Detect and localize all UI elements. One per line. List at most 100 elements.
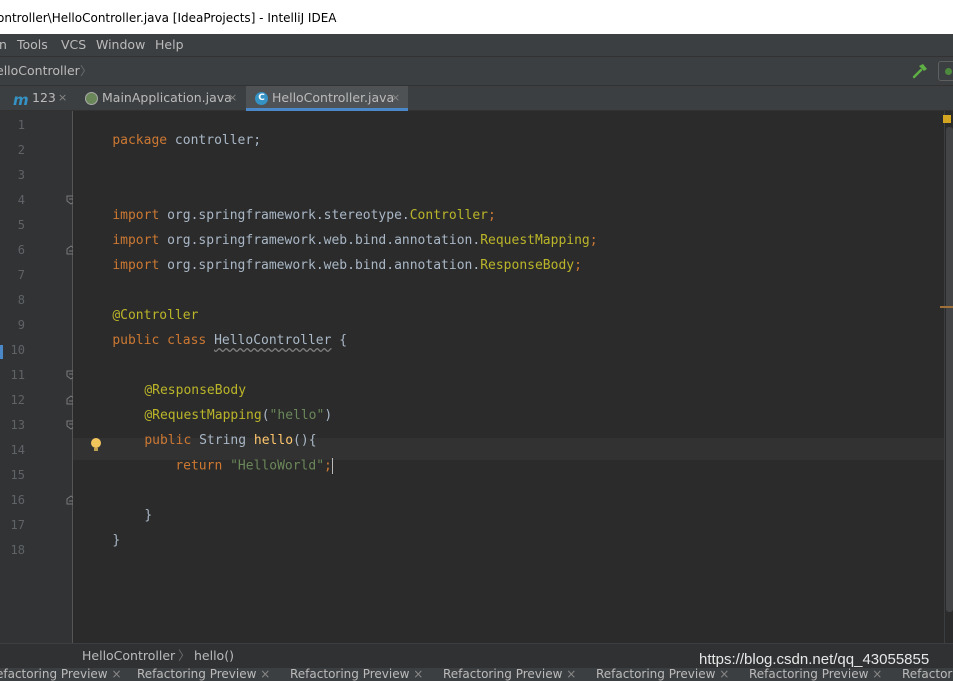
code-line: return "HelloWorld"; xyxy=(144,443,333,489)
tab-main-application[interactable]: MainApplication.java × xyxy=(76,86,244,110)
code-punct: } xyxy=(112,533,121,548)
tool-tab-refactoring-preview[interactable]: efactoring Preview × xyxy=(0,668,122,681)
tool-tab-label: Refactoring Preview xyxy=(749,668,869,681)
bottom-tool-tabs: efactoring Preview × Refactoring Preview… xyxy=(0,668,953,681)
java-class-icon: C xyxy=(255,92,268,105)
menu-item-help[interactable]: Help xyxy=(155,34,184,56)
tab-hello-controller[interactable]: C HelloController.java × xyxy=(246,86,408,111)
tab-pom-123[interactable]: m 123 × xyxy=(0,86,75,110)
tool-tab-refactoring-preview[interactable]: Refactoring Preview × xyxy=(749,668,882,681)
run-config-button[interactable] xyxy=(938,61,953,81)
editor-scrollbar[interactable] xyxy=(944,111,953,643)
code-line: } xyxy=(81,518,120,563)
keyword: import xyxy=(112,258,160,273)
line-number: 1 xyxy=(17,118,25,132)
line-number: 6 xyxy=(17,243,25,257)
line-number: 9 xyxy=(17,318,25,332)
close-icon[interactable]: × xyxy=(872,668,882,681)
breadcrumb-method[interactable]: hello() xyxy=(194,644,234,668)
tool-tab-refactoring-preview[interactable]: Refactoring Preview × xyxy=(137,668,270,681)
line-number: 3 xyxy=(17,168,25,182)
close-icon[interactable]: × xyxy=(719,668,729,681)
breadcrumb-class[interactable]: HelloController xyxy=(82,644,175,668)
run-config-icon xyxy=(945,68,952,75)
code-punct: ) xyxy=(324,408,333,423)
menu-item-run[interactable]: n xyxy=(0,34,7,56)
line-number: 7 xyxy=(17,268,25,282)
code-punct: ; xyxy=(589,233,598,248)
menu-item-tools[interactable]: Tools xyxy=(17,34,48,56)
tool-tab-label: Refactoring Preview xyxy=(443,668,563,681)
maven-m-icon: m xyxy=(13,91,29,109)
close-icon[interactable]: × xyxy=(391,86,400,110)
gutter-change-marker xyxy=(0,345,3,359)
keyword: return xyxy=(175,458,223,474)
line-number: 16 xyxy=(10,493,25,507)
tool-tab-refactoring-preview[interactable]: Refactoring Preview × xyxy=(443,668,576,681)
line-number: 2 xyxy=(17,143,25,157)
editor-gutter[interactable]: 1 2 3 4 5 6 7 8 9 10 11 12 13 14 15 16 1… xyxy=(0,111,76,643)
code-line: import org.springframework.web.bind.anno… xyxy=(81,243,582,288)
inspection-status-icon[interactable] xyxy=(943,115,951,123)
close-icon[interactable]: × xyxy=(228,86,237,110)
code-editor[interactable]: package controller; import org.springfra… xyxy=(73,111,944,643)
close-icon[interactable]: × xyxy=(413,668,423,681)
tab-label: 123 xyxy=(32,90,56,105)
window-title: ontroller\HelloController.java [IdeaProj… xyxy=(0,11,337,25)
code-text: controller; xyxy=(167,133,262,148)
tab-label: MainApplication.java xyxy=(102,90,232,105)
menu-bar: n Tools VCS Window Help xyxy=(0,34,953,56)
tool-tab-label: efactoring Preview xyxy=(0,668,108,681)
line-number: 18 xyxy=(10,543,25,557)
navigation-bar: elloController 〉 xyxy=(0,56,953,86)
tool-tab-label: Refactoring Preview xyxy=(137,668,257,681)
error-stripe-marker[interactable] xyxy=(940,306,953,308)
code-text: org.springframework.web.bind.annotation. xyxy=(159,258,481,273)
text-caret xyxy=(331,458,333,474)
line-number: 15 xyxy=(10,468,25,482)
close-icon[interactable]: × xyxy=(566,668,576,681)
close-icon[interactable]: × xyxy=(111,668,121,681)
code-punct: { xyxy=(331,333,348,348)
close-icon[interactable]: × xyxy=(260,668,270,681)
chevron-right-icon: 〉 xyxy=(80,64,93,78)
build-hammer-icon[interactable] xyxy=(911,62,929,80)
line-number: 11 xyxy=(10,368,25,382)
tool-tab-refactoring-preview[interactable]: Refactoring Preview × xyxy=(290,668,423,681)
tool-tab-refactoring-preview[interactable]: Refactor xyxy=(902,668,952,681)
string-literal: "HelloWorld" xyxy=(230,458,325,474)
close-icon[interactable]: × xyxy=(58,86,67,110)
code-punct: ; xyxy=(574,258,582,273)
line-number: 17 xyxy=(10,518,25,532)
code-line: public class HelloController { xyxy=(81,318,347,363)
window-title-bar: ontroller\HelloController.java [IdeaProj… xyxy=(0,0,953,34)
menu-item-vcs[interactable]: VCS xyxy=(61,34,86,56)
line-number: 5 xyxy=(17,218,25,232)
editor-tab-bar: m 123 × MainApplication.java × C HelloCo… xyxy=(0,86,953,111)
scrollbar-thumb[interactable] xyxy=(946,127,953,612)
tab-label: HelloController.java xyxy=(272,90,395,105)
line-number: 8 xyxy=(17,293,25,307)
nav-breadcrumb-class[interactable]: elloController xyxy=(0,57,80,85)
tool-tab-refactoring-preview[interactable]: Refactoring Preview × xyxy=(596,668,729,681)
tool-tab-label: Refactoring Preview xyxy=(290,668,410,681)
tool-tab-label: Refactoring Preview xyxy=(596,668,716,681)
line-number: 4 xyxy=(17,193,25,207)
keyword: public class xyxy=(112,333,207,348)
code-class-ref: ResponseBody xyxy=(480,258,575,273)
code-punct: ; xyxy=(324,458,332,474)
code-line: package controller; xyxy=(81,118,261,163)
line-number: 10 xyxy=(10,343,25,357)
class-name: HelloController xyxy=(214,333,332,348)
tool-tab-label: Refactor xyxy=(902,668,953,681)
line-number: 12 xyxy=(10,393,25,407)
menu-item-window[interactable]: Window xyxy=(96,34,145,56)
code-punct: } xyxy=(144,508,153,523)
watermark-text: https://blog.csdn.net/qq_43055855 xyxy=(699,651,930,668)
lightbulb-icon[interactable] xyxy=(90,437,102,453)
spring-boot-class-icon xyxy=(85,92,98,105)
keyword: package xyxy=(112,133,168,148)
line-number: 14 xyxy=(10,443,25,457)
line-number: 13 xyxy=(10,418,25,432)
chevron-right-icon: 〉 xyxy=(178,648,191,663)
